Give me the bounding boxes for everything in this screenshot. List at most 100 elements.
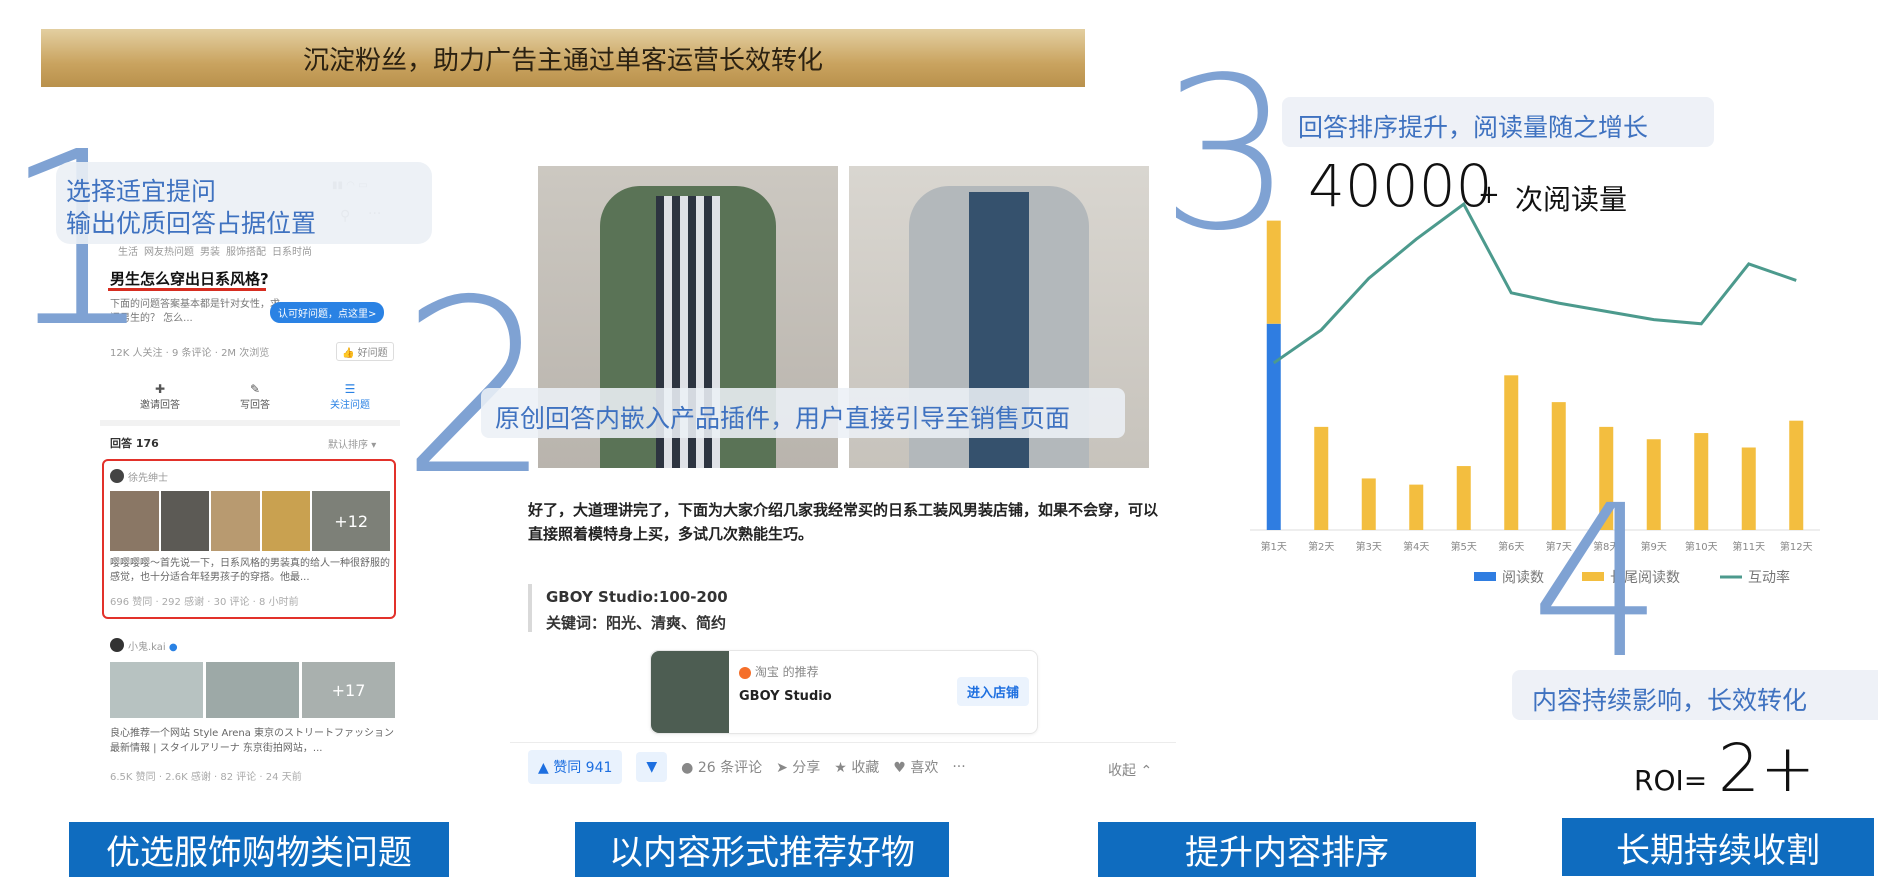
answers-count: 回答 176 <box>110 437 159 450</box>
product-source-label: 淘宝 的推荐 <box>754 665 819 679</box>
x-tick-label: 第11天 <box>1732 540 1765 553</box>
comments-label: 26 条评论 <box>697 760 763 776</box>
share-button[interactable]: ➤ 分享 <box>776 757 820 777</box>
x-tick-label: 第5天 <box>1451 540 1477 553</box>
avatar <box>110 638 124 652</box>
answer-author[interactable]: 徐先绅士 <box>128 469 168 484</box>
chevron-up-icon: ⌃ <box>1140 763 1153 779</box>
step-4-number: 4 <box>1530 460 1664 705</box>
sort-dropdown[interactable]: 默认排序 ▾ <box>328 436 376 451</box>
step-1-label: 优选服饰购物类问题 <box>69 822 449 877</box>
product-photo <box>110 491 159 551</box>
answer-excerpt: 良心推荐一个网站 Style Arena 東京のストリートファッション最新情報 … <box>110 728 395 754</box>
bar-long-tail-reads <box>1314 426 1329 530</box>
x-tick-label: 第12天 <box>1780 540 1813 553</box>
step-3-label: 提升内容排序 <box>1098 822 1476 877</box>
comment-icon: ● <box>681 760 694 776</box>
more-images-count[interactable]: +17 <box>302 662 395 718</box>
more-images-count[interactable]: +12 <box>312 491 391 551</box>
step-4-note: 内容持续影响，长效转化 <box>1512 670 1878 720</box>
step-2-label: 以内容形式推荐好物 <box>575 822 949 877</box>
street-photo <box>110 662 203 718</box>
downvote-button[interactable]: ▼ <box>636 752 668 782</box>
bar-long-tail-reads <box>1361 478 1376 530</box>
x-tick-label: 第6天 <box>1498 540 1524 553</box>
more-button[interactable]: ··· <box>952 759 965 775</box>
like-button[interactable]: ♥ 喜欢 <box>893 757 938 777</box>
reads-label: 次阅读量 <box>1515 183 1628 216</box>
sort-label: 默认排序 <box>328 440 368 451</box>
step-4-note-text: 内容持续影响，长效转化 <box>1532 686 1808 715</box>
x-tick-label: 第2天 <box>1308 540 1334 553</box>
write-answer-button[interactable]: ✎ 写回答 <box>240 382 270 411</box>
step-3-number: 3 <box>1160 32 1294 277</box>
step-2-note-text: 原创回答内嵌入产品插件，用户直接引导至销售页面 <box>495 404 1071 433</box>
chevron-down-icon: ▾ <box>371 440 377 451</box>
step-1-note-line2: 输出优质回答占据位置 <box>66 209 317 238</box>
write-label: 写回答 <box>240 400 270 411</box>
answer-image-strip: +12 <box>110 491 391 551</box>
tag[interactable]: 服饰搭配 <box>226 243 266 258</box>
invite-icon: ✚ <box>154 382 166 396</box>
avatar <box>110 469 124 483</box>
favorite-button[interactable]: ★ 收藏 <box>834 757 879 777</box>
legend-label: 互动率 <box>1748 569 1790 586</box>
step-4-label: 长期持续收割 <box>1562 818 1874 876</box>
roi-prefix: ROI= <box>1634 764 1708 797</box>
bar-reads <box>1266 323 1281 530</box>
enter-store-button[interactable]: 进入店铺 <box>957 677 1030 706</box>
line-interaction-rate <box>1272 201 1797 365</box>
step-1-note-line1: 选择适宜提问 <box>66 177 217 206</box>
quote-line-2: 关键词：阳光、清爽、简约 <box>546 614 727 632</box>
bar-long-tail-reads <box>1694 433 1709 530</box>
collapse-label: 收起 <box>1108 763 1136 779</box>
comments-button[interactable]: ● 26 条评论 <box>681 757 762 777</box>
reads-number: 40000 <box>1308 152 1493 220</box>
answer-excerpt: 嘤嘤嘤嘤～首先说一下，日系风格的男装真的给人一种很舒服的感觉，也十分适合年轻男孩… <box>110 558 390 583</box>
product-photo <box>261 491 311 551</box>
invite-answer-button[interactable]: ✚ 邀请回答 <box>140 382 180 411</box>
question-actions: ✚ 邀请回答 ✎ 写回答 ☰ 关注问题 <box>110 382 400 411</box>
product-name: GBOY Studio <box>739 689 832 704</box>
good-question-tooltip[interactable]: 认可好问题，点这里> <box>270 302 385 323</box>
product-thumbnail <box>651 651 729 733</box>
follow-question-button[interactable]: ☰ 关注问题 <box>330 382 370 411</box>
quote-line-1: GBOY Studio:100-200 <box>546 588 728 606</box>
x-tick-label: 第3天 <box>1356 540 1382 553</box>
heart-icon: ♥ <box>893 760 906 776</box>
upvote-button[interactable]: ▲ 赞同 941 <box>528 750 623 784</box>
roi-value: 2+ <box>1718 730 1816 807</box>
pen-icon: ✎ <box>249 382 261 396</box>
answer-image-strip: +17 <box>110 662 395 718</box>
good-question-button[interactable]: 👍 好问题 <box>336 342 394 361</box>
like-label: 喜欢 <box>910 760 939 776</box>
product-photo <box>160 491 210 551</box>
banner-title: 沉淀粉丝，助力广告主通过单客运营长效转化 <box>302 45 823 76</box>
collapse-button[interactable]: 收起 ⌃ <box>1108 760 1152 780</box>
answer-author[interactable]: 小鬼.kai ● <box>128 638 178 653</box>
step-3-note-text: 回答排序提升，阅读量随之增长 <box>1298 113 1649 142</box>
star-icon: ★ <box>834 760 847 776</box>
thumbs-up-icon: 👍 <box>342 348 355 359</box>
product-photo <box>211 491 260 551</box>
product-card[interactable]: 淘宝 的推荐 GBOY Studio 进入店铺 <box>650 650 1038 734</box>
paper-plane-icon: ➤ <box>776 760 788 776</box>
x-tick-label: 第1天 <box>1261 540 1287 553</box>
article-paragraph: 好了，大道理讲完了，下面为大家介绍几家我经常买的日系工装风男装店铺，如果不会穿，… <box>528 501 1159 543</box>
bar-long-tail-reads <box>1741 447 1756 530</box>
x-tick-label: 第10天 <box>1685 540 1718 553</box>
article-toolbar: ▲ 赞同 941 ▼ ● 26 条评论 ➤ 分享 ★ 收藏 ♥ 喜欢 ··· <box>528 750 966 784</box>
tag[interactable]: 日系时尚 <box>272 243 312 258</box>
follow-label: 关注问题 <box>330 400 370 411</box>
tag[interactable]: 男装 <box>200 243 220 258</box>
highlighted-answer[interactable]: 徐先绅士 +12 嘤嘤嘤嘤～首先说一下，日系风格的男装真的给人一种很舒服的感觉，… <box>102 459 396 619</box>
legend-swatch <box>1474 572 1496 581</box>
step-3-note: 回答排序提升，阅读量随之增长 <box>1282 97 1714 147</box>
favorite-label: 收藏 <box>851 760 880 776</box>
street-photo <box>206 662 299 718</box>
follow-icon: ☰ <box>344 382 356 396</box>
bar-long-tail-reads <box>1789 420 1804 530</box>
toolbar-divider <box>510 742 1176 743</box>
bar-long-tail-reads <box>1456 466 1471 530</box>
quote-bar <box>528 584 532 632</box>
